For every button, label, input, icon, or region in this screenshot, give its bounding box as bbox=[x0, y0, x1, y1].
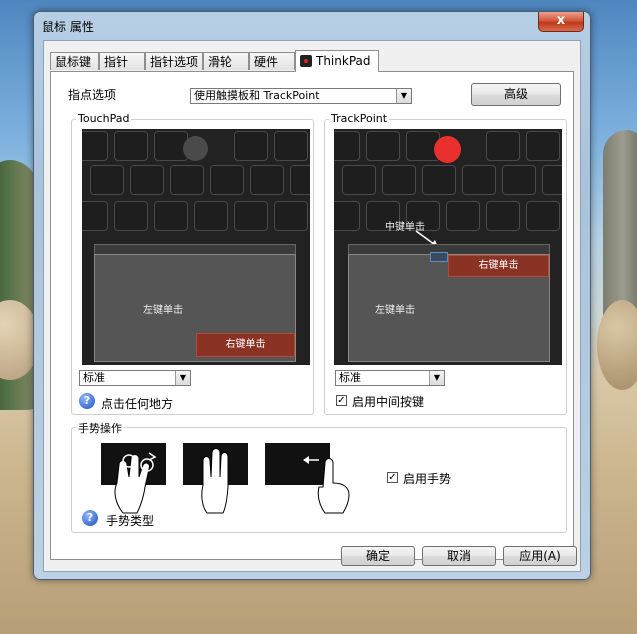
keyboard-key bbox=[290, 165, 310, 195]
keyboard-key bbox=[234, 201, 268, 231]
keyboard-key bbox=[250, 165, 284, 195]
keyboard-key bbox=[194, 201, 228, 231]
keyboard-key bbox=[342, 165, 376, 195]
keyboard-key bbox=[526, 131, 560, 161]
keyboard-key bbox=[366, 131, 400, 161]
trackpoint-mode-value: 标准 bbox=[339, 371, 361, 384]
keyboard-key bbox=[382, 165, 416, 195]
touchpad-illustration: 左键单击 右键单击 bbox=[82, 129, 310, 365]
tab-thinkpad-label: ThinkPad bbox=[316, 54, 371, 68]
tab-thinkpad[interactable]: ThinkPad bbox=[295, 50, 379, 72]
pointing-options-label: 指点选项 bbox=[68, 88, 117, 102]
hand-three-finger-icon bbox=[183, 443, 248, 514]
keyboard-key bbox=[114, 131, 148, 161]
keyboard-key bbox=[114, 201, 148, 231]
trackpoint-right-click-zone: 右键单击 bbox=[448, 255, 549, 277]
trackpoint-group-title: TrackPoint bbox=[329, 112, 390, 125]
touchpad-group-title: TouchPad bbox=[76, 112, 132, 125]
chevron-down-icon: ▼ bbox=[396, 89, 411, 103]
tab-pointers[interactable]: 指针 bbox=[99, 52, 145, 70]
background-stone-right bbox=[597, 300, 637, 390]
keyboard-key bbox=[542, 165, 562, 195]
tab-pointer-options[interactable]: 指针选项 bbox=[145, 52, 203, 70]
keyboard-key bbox=[234, 131, 268, 161]
keyboard-key bbox=[82, 201, 108, 231]
trackpoint-dot-red bbox=[434, 136, 461, 163]
keyboard-key bbox=[210, 165, 244, 195]
help-icon[interactable]: ? bbox=[82, 510, 98, 526]
advanced-button[interactable]: 高级 bbox=[471, 83, 561, 106]
keyboard-key bbox=[486, 201, 520, 231]
trackpoint-dot-gray bbox=[183, 136, 208, 161]
ok-button[interactable]: 确定 bbox=[341, 546, 415, 566]
middle-button-checkbox[interactable]: ✓ bbox=[336, 395, 347, 406]
gesture-swipe-illustration bbox=[265, 443, 350, 514]
keyboard-key bbox=[334, 201, 360, 231]
checkbox-icon: ✓ bbox=[337, 395, 346, 406]
apply-button[interactable]: 应用(A) bbox=[503, 546, 577, 566]
touchpad-right-click-zone: 右键单击 bbox=[196, 333, 295, 357]
hand-swipe-icon bbox=[265, 443, 350, 514]
tab-hardware[interactable]: 硬件 bbox=[249, 52, 295, 70]
window-title: 鼠标 属性 bbox=[42, 20, 94, 34]
keyboard-key bbox=[422, 165, 456, 195]
touchpad-help-link[interactable]: 点击任何地方 bbox=[101, 395, 173, 412]
chevron-down-icon: ▼ bbox=[429, 371, 444, 385]
thinkpad-icon bbox=[300, 55, 312, 67]
keyboard-key bbox=[274, 201, 308, 231]
enable-gestures-checkbox[interactable]: ✓ bbox=[387, 472, 398, 483]
touchpad-mode-value: 标准 bbox=[83, 371, 105, 384]
thinkpad-page: 指点选项 使用触摸板和 TrackPoint ▼ 高级 TouchPad 左键单… bbox=[50, 71, 574, 560]
keyboard-key bbox=[446, 201, 480, 231]
checkbox-icon: ✓ bbox=[388, 472, 397, 483]
gesture-three-finger-illustration bbox=[183, 443, 248, 514]
keyboard-key bbox=[486, 131, 520, 161]
keyboard-key bbox=[154, 201, 188, 231]
gesture-types-link[interactable]: 手势类型 bbox=[106, 512, 154, 529]
enable-gestures-label: 启用手势 bbox=[403, 472, 452, 486]
keyboard-key bbox=[130, 165, 164, 195]
dialog-client-area: 鼠标键 指针 指针选项 滑轮 硬件 ThinkPad 指点选项 使用触摸板和 T… bbox=[43, 40, 581, 572]
keyboard-key bbox=[90, 165, 124, 195]
hand-rotate-icon bbox=[101, 443, 166, 514]
mouse-properties-dialog: 鼠标 属性 x 鼠标键 指针 指针选项 滑轮 硬件 ThinkPad 指点选项 … bbox=[33, 11, 591, 580]
touchpad-group: TouchPad 左键单击 右键单击 标准 ▼ ? 点击任何地方 bbox=[71, 112, 314, 415]
keyboard-key bbox=[274, 131, 308, 161]
close-icon: x bbox=[556, 13, 566, 28]
keyboard-key bbox=[502, 165, 536, 195]
cancel-button[interactable]: 取消 bbox=[422, 546, 496, 566]
keyboard-key bbox=[170, 165, 204, 195]
tab-buttons[interactable]: 鼠标键 bbox=[50, 52, 99, 70]
touchpad-mode-select[interactable]: 标准 ▼ bbox=[79, 370, 191, 386]
trackpoint-left-click-label: 左键单击 bbox=[375, 305, 415, 316]
help-icon[interactable]: ? bbox=[79, 393, 95, 409]
middle-button-label: 启用中间按键 bbox=[352, 395, 425, 409]
pointing-options-value: 使用触摸板和 TrackPoint bbox=[194, 89, 320, 102]
gesture-rotate-illustration bbox=[101, 443, 166, 514]
trackpoint-illustration: 中键单击 右键单击 左键单击 bbox=[334, 129, 562, 365]
trackpoint-mode-select[interactable]: 标准 ▼ bbox=[335, 370, 445, 386]
pointing-options-select[interactable]: 使用触摸板和 TrackPoint ▼ bbox=[190, 88, 412, 104]
keyboard-key bbox=[82, 131, 108, 161]
keyboard-key bbox=[334, 131, 360, 161]
middle-click-zone bbox=[430, 252, 448, 262]
close-button[interactable]: x bbox=[538, 12, 584, 32]
keyboard-key bbox=[526, 201, 560, 231]
keyboard-key bbox=[462, 165, 496, 195]
gestures-group-title: 手势操作 bbox=[76, 420, 124, 436]
gestures-group: 手势操作 ✓ 启用手势 ? 手势类型 bbox=[71, 420, 567, 533]
chevron-down-icon: ▼ bbox=[175, 371, 190, 385]
trackpoint-group: TrackPoint 中键单击 右键单击 左键单击 标准 ▼ ✓ 启用中间按键 bbox=[324, 112, 567, 415]
tab-wheel[interactable]: 滑轮 bbox=[203, 52, 249, 70]
touchpad-left-click-label: 左键单击 bbox=[143, 305, 183, 316]
